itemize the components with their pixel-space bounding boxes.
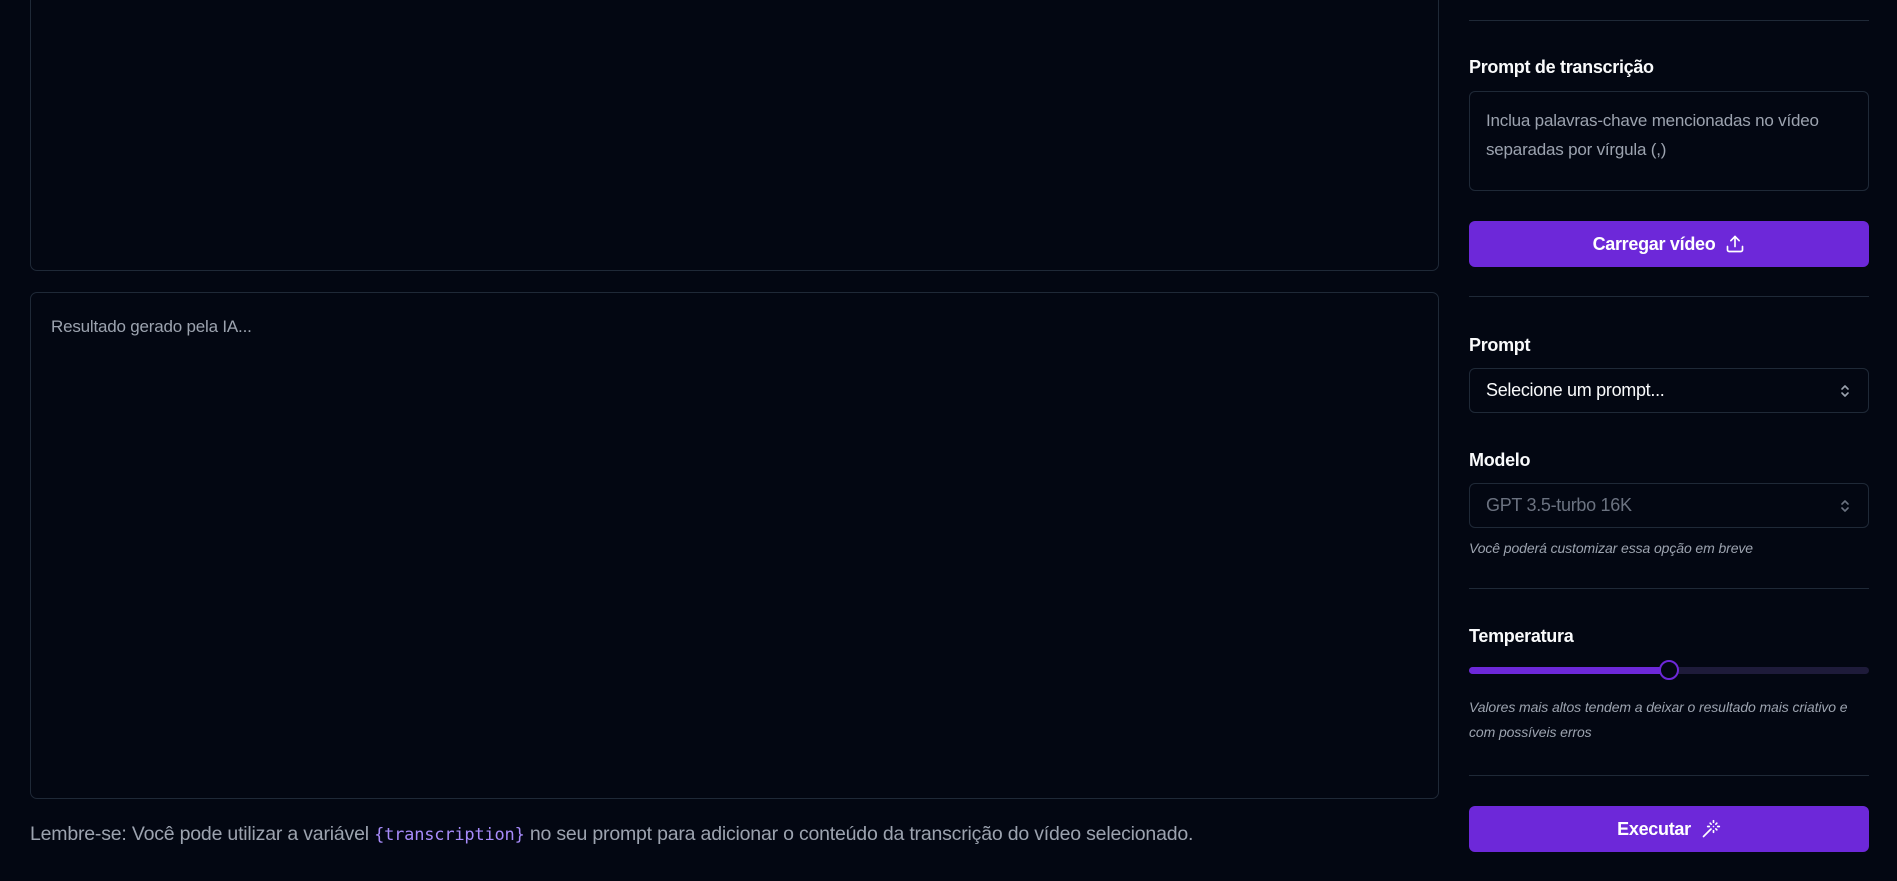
model-select-value: GPT 3.5-turbo 16K (1486, 495, 1632, 515)
upload-video-label: Carregar vídeo (1592, 233, 1716, 254)
divider (1469, 588, 1869, 589)
prompt-select[interactable]: Selecione um prompt... (1469, 368, 1869, 413)
chevrons-up-down-icon (1841, 499, 1849, 512)
transcription-prompt-placeholder: Inclua palavras-chave mencionadas no víd… (1486, 111, 1819, 159)
temperature-slider[interactable] (1469, 659, 1869, 681)
model-label: Modelo (1469, 450, 1531, 470)
upload-icon (1727, 235, 1744, 253)
divider (1469, 20, 1869, 21)
temperature-label: Temperatura (1469, 626, 1574, 646)
transcription-variable: {transcription} (374, 825, 525, 845)
reminder-suffix: no seu prompt para adicionar o conteúdo … (524, 823, 1194, 845)
result-textarea[interactable]: Resultado gerado pela IA... (30, 292, 1439, 799)
model-select[interactable]: GPT 3.5-turbo 16K (1469, 483, 1869, 528)
prompt-label: Prompt (1469, 335, 1531, 355)
result-placeholder: Resultado gerado pela IA... (51, 317, 252, 336)
transcription-prompt-input[interactable]: Inclua palavras-chave mencionadas no víd… (1469, 91, 1869, 191)
reminder-prefix: Lembre-se: Você pode utilizar a variável (30, 823, 375, 845)
prompt-select-value: Selecione um prompt... (1486, 380, 1665, 400)
divider (1469, 296, 1869, 297)
upload-video-button[interactable]: Carregar vídeo (1469, 221, 1869, 267)
prompt-textarea[interactable] (30, 0, 1439, 271)
variable-reminder: Lembre-se: Você pode utilizar a variável… (30, 823, 1193, 846)
app-root: Resultado gerado pela IA... Lembre-se: V… (0, 0, 1897, 881)
magic-wand-icon (1702, 819, 1720, 838)
transcription-prompt-label: Prompt de transcrição (1469, 57, 1654, 77)
settings-sidebar: Prompt de transcrição Inclua palavras-ch… (1469, 0, 1869, 881)
divider (1469, 775, 1869, 776)
execute-label: Executar (1617, 818, 1691, 839)
slider-thumb[interactable] (1659, 660, 1679, 680)
temperature-hint: Valores mais altos tendem a deixar o res… (1469, 699, 1848, 740)
chevrons-up-down-icon (1841, 384, 1849, 397)
model-hint: Você poderá customizar essa opção em bre… (1469, 540, 1753, 556)
slider-fill (1469, 667, 1669, 674)
execute-button[interactable]: Executar (1469, 806, 1869, 852)
